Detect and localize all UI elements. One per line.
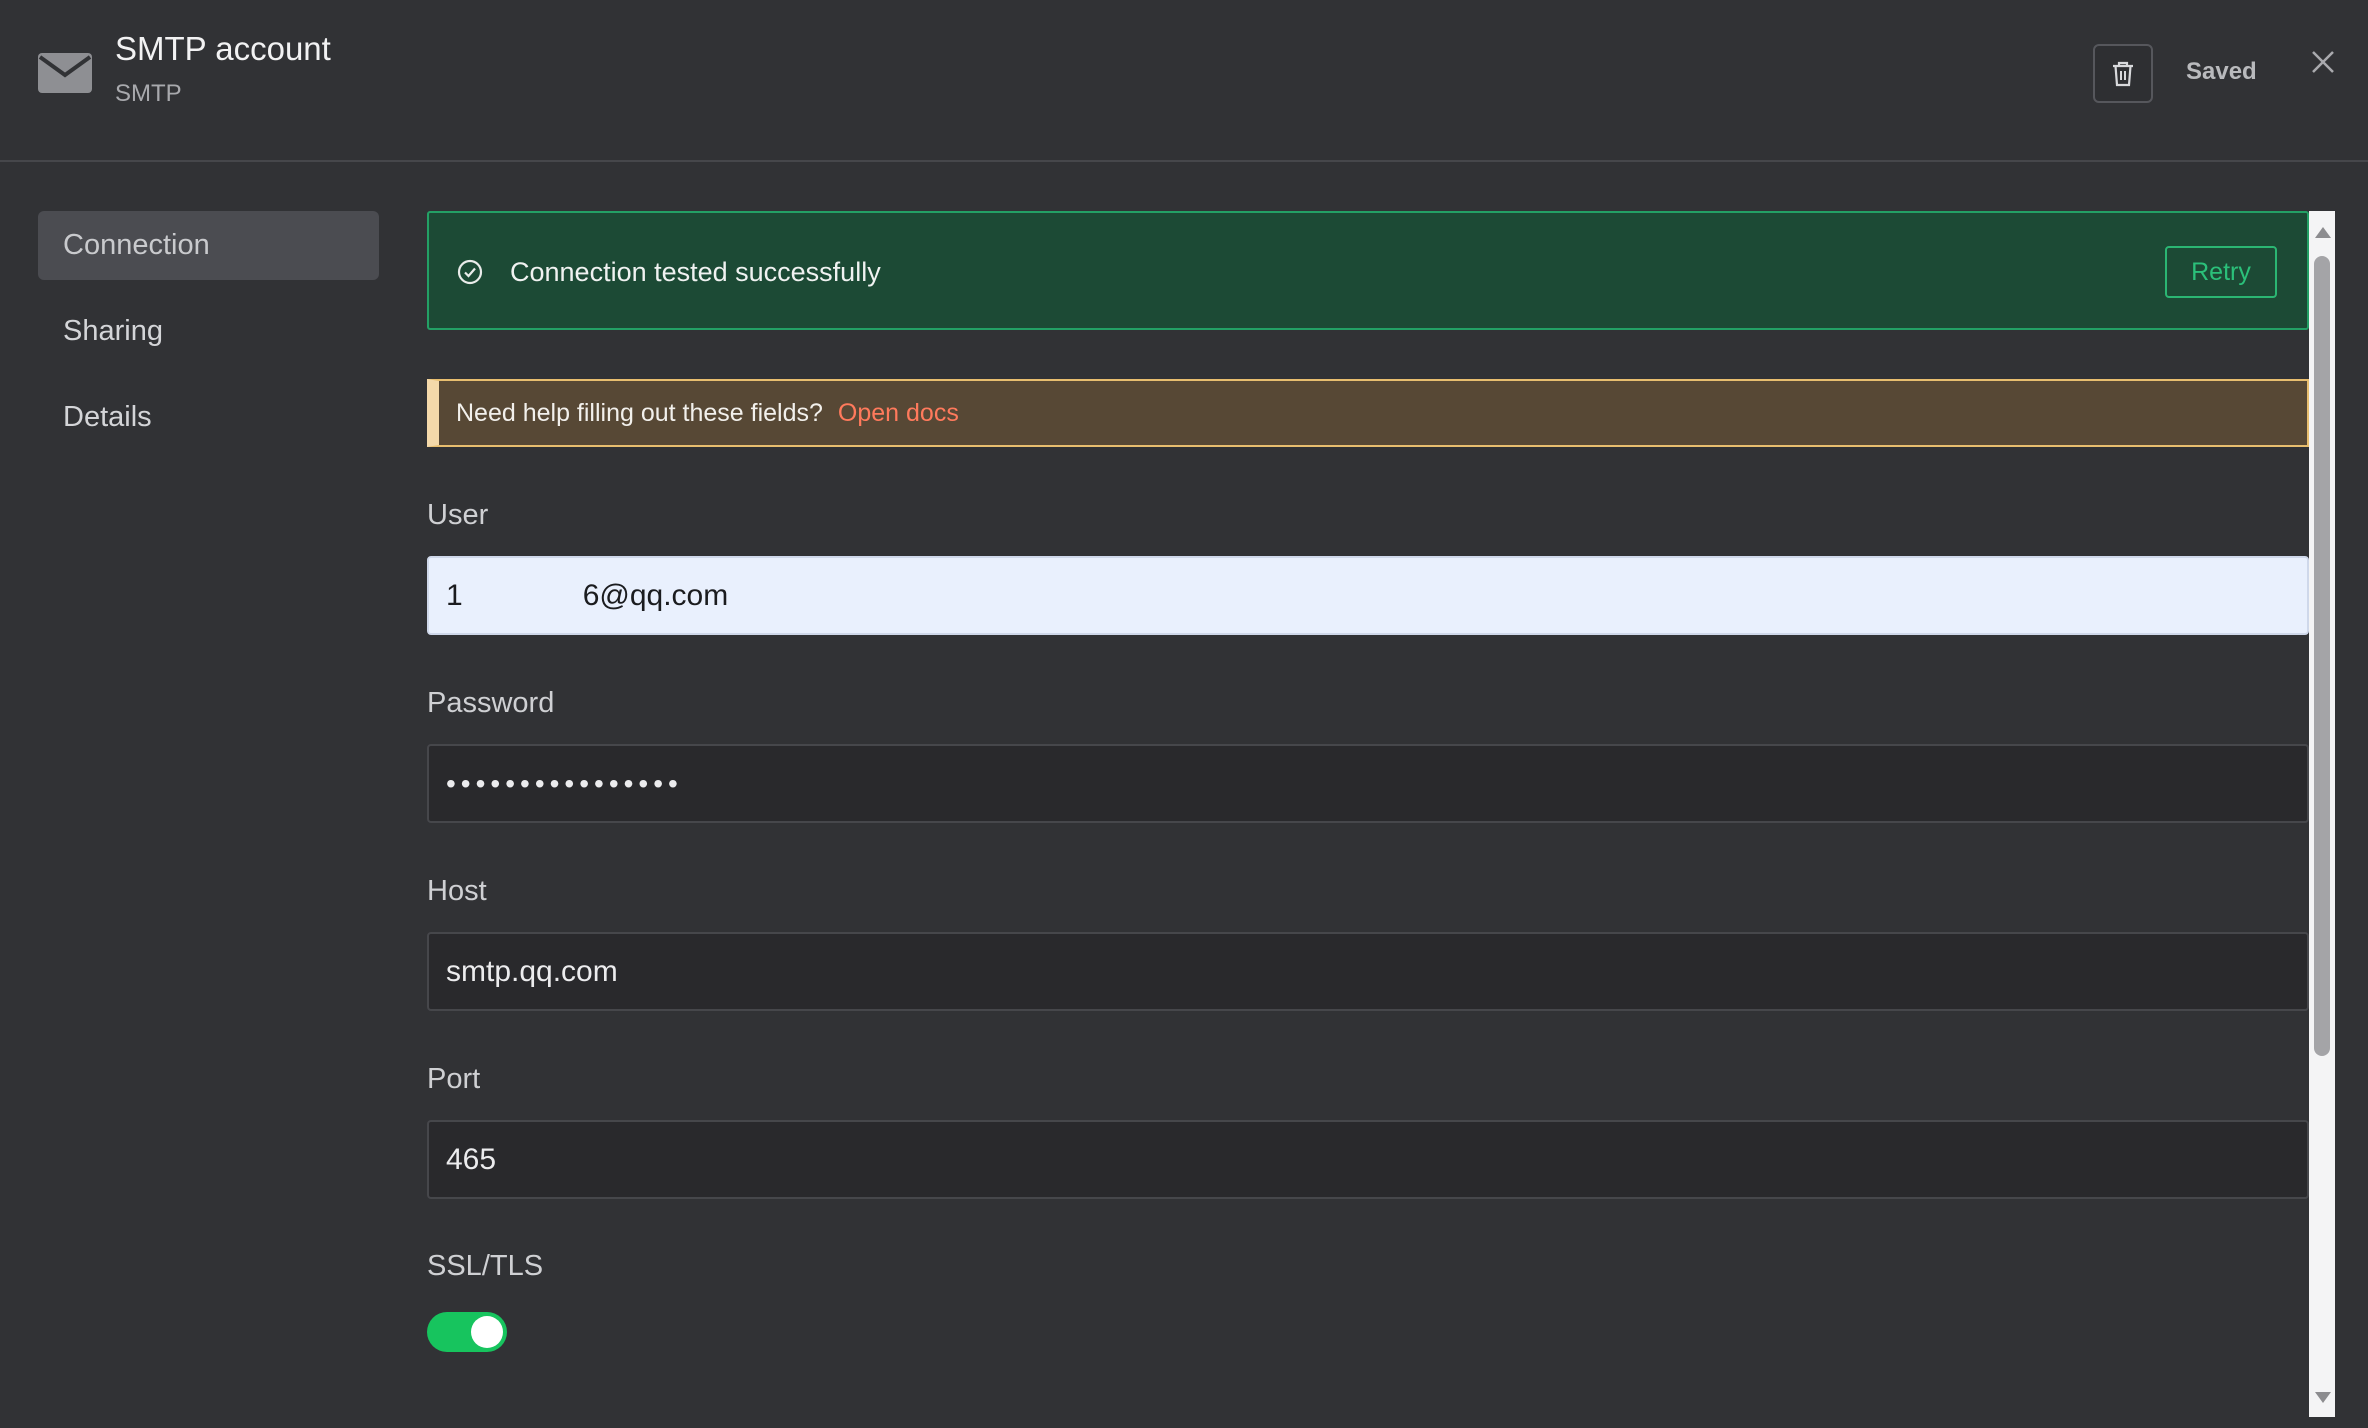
help-notice: Need help filling out these fields? Open… bbox=[427, 379, 2309, 447]
scroll-thumb[interactable] bbox=[2314, 256, 2330, 1056]
success-message: Connection tested successfully bbox=[510, 257, 881, 287]
ssl-toggle[interactable] bbox=[427, 1312, 507, 1352]
password-label: Password bbox=[427, 687, 555, 719]
ssl-label: SSL/TLS bbox=[427, 1250, 544, 1282]
open-docs-link[interactable]: Open docs bbox=[838, 399, 959, 428]
sidebar-item-details[interactable]: Details bbox=[38, 383, 379, 452]
sidebar-item-connection[interactable]: Connection bbox=[38, 211, 379, 280]
scrollbar[interactable] bbox=[2309, 211, 2335, 1417]
trash-icon bbox=[2113, 61, 2133, 86]
host-input[interactable]: smtp.qq.com bbox=[427, 932, 2309, 1011]
delete-button[interactable] bbox=[2093, 44, 2153, 103]
scroll-down-arrow-icon[interactable] bbox=[2315, 1392, 2331, 1403]
mail-icon bbox=[38, 53, 92, 93]
port-label: Port bbox=[427, 1063, 481, 1095]
check-circle-icon bbox=[457, 259, 483, 285]
page-title: SMTP account bbox=[115, 30, 331, 67]
password-input[interactable]: •••••••••••••••• bbox=[427, 744, 2309, 823]
connection-panel: Connection tested successfully Retry Nee… bbox=[427, 211, 2309, 1428]
sidebar-nav: Connection Sharing Details bbox=[38, 211, 379, 469]
help-text: Need help filling out these fields? bbox=[456, 398, 823, 427]
user-value-start: 1 bbox=[446, 578, 463, 612]
scroll-up-arrow-icon[interactable] bbox=[2315, 227, 2331, 238]
user-input[interactable]: 1 6@qq.com bbox=[427, 556, 2309, 635]
user-value-end: 6@qq.com bbox=[582, 578, 729, 612]
page-subtitle: SMTP bbox=[115, 80, 182, 107]
close-icon[interactable] bbox=[2311, 50, 2335, 74]
host-label: Host bbox=[427, 875, 487, 907]
modal-header: SMTP account SMTP Saved bbox=[0, 0, 2368, 162]
saved-status: Saved bbox=[2186, 58, 2257, 85]
user-label: User bbox=[427, 499, 489, 531]
sidebar-item-sharing[interactable]: Sharing bbox=[38, 297, 379, 366]
success-banner: Connection tested successfully Retry bbox=[427, 211, 2309, 330]
toggle-knob bbox=[471, 1316, 503, 1348]
port-input[interactable]: 465 bbox=[427, 1120, 2309, 1199]
retry-button[interactable]: Retry bbox=[2165, 246, 2277, 298]
credential-modal: SMTP account SMTP Saved Connection Shari… bbox=[0, 0, 2368, 1428]
